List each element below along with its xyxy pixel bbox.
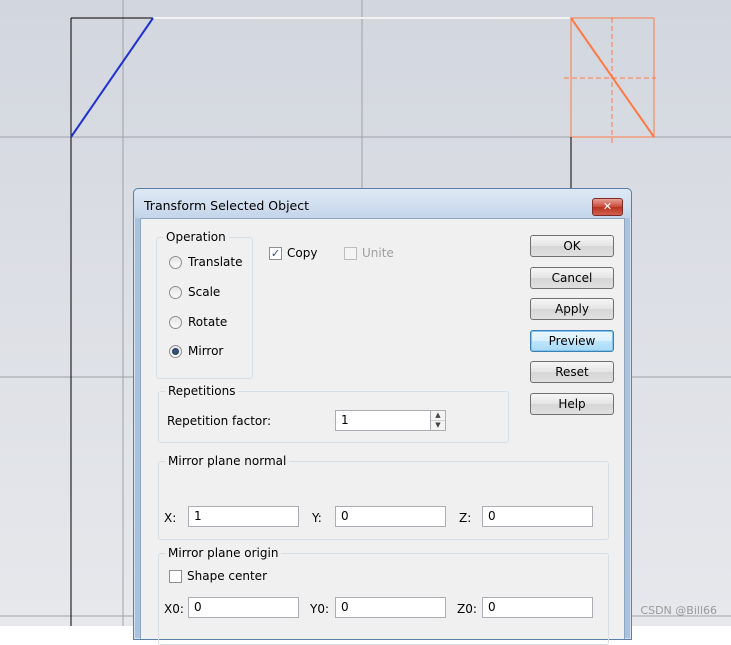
reset-button[interactable]: Reset (530, 361, 614, 383)
y0-label: Y0: (310, 602, 330, 616)
close-button[interactable]: ✕ (592, 198, 623, 216)
preview-button[interactable]: Preview (530, 330, 614, 352)
origin-y0-input[interactable]: 0 (335, 597, 446, 618)
radio-button[interactable] (169, 285, 182, 299)
spin-down-icon[interactable]: ▼ (431, 421, 445, 430)
shape-center-label: Shape center (187, 569, 267, 583)
repetition-spinner[interactable]: ▲ ▼ (430, 410, 446, 431)
origin-z0-input[interactable]: 0 (482, 597, 593, 618)
unite-checkbox[interactable]: Unite (344, 245, 394, 261)
x0-label: X0: (164, 602, 184, 616)
radio-button[interactable] (169, 315, 182, 329)
repetitions-group-label: Repetitions (165, 384, 239, 398)
checkbox-disabled[interactable] (344, 246, 357, 260)
help-button[interactable]: Help (530, 393, 614, 415)
normal-x-input[interactable]: 1 (188, 506, 299, 527)
radio-rotate-label: Rotate (188, 315, 228, 329)
copy-label: Copy (287, 246, 318, 260)
operation-group: Operation Translate Scale Rotate Mirror (156, 230, 253, 379)
radio-scale-label: Scale (188, 285, 221, 299)
mirror-normal-group-label: Mirror plane normal (165, 454, 290, 468)
dialog-body: Operation Translate Scale Rotate Mirror … (140, 218, 625, 645)
original-diagonal-edge (70, 17, 154, 138)
y-label: Y: (312, 511, 322, 525)
radio-button-selected[interactable] (169, 344, 182, 358)
mirror-normal-group: Mirror plane normal X: 1 Y: 0 Z: 0 (158, 454, 609, 540)
cancel-button[interactable]: Cancel (530, 267, 614, 289)
close-icon: ✕ (602, 200, 613, 213)
operation-group-label: Operation (163, 230, 229, 244)
spin-up-icon[interactable]: ▲ (431, 411, 445, 421)
dialog-title: Transform Selected Object (144, 198, 310, 213)
apply-button[interactable]: Apply (530, 298, 614, 320)
checkbox-checked[interactable]: ✓ (269, 246, 282, 260)
copy-checkbox[interactable]: ✓ Copy (269, 245, 317, 261)
z0-label: Z0: (457, 602, 477, 616)
dialog-titlebar[interactable]: Transform Selected Object ✕ (134, 189, 631, 218)
z-label: Z: (459, 511, 472, 525)
mirrored-shape (564, 17, 656, 145)
checkbox-unchecked[interactable] (169, 569, 182, 583)
radio-rotate[interactable]: Rotate (169, 314, 227, 330)
mirror-origin-group: Mirror plane origin Shape center X0: 0 Y… (158, 546, 609, 645)
radio-mirror-label: Mirror (188, 344, 224, 358)
radio-translate-label: Translate (188, 255, 243, 269)
x-label: X: (164, 511, 177, 525)
radio-button[interactable] (169, 255, 182, 269)
radio-translate[interactable]: Translate (169, 254, 243, 270)
shape-center-checkbox[interactable]: Shape center (169, 568, 267, 584)
repetitions-group: Repetitions Repetition factor: 1 ▲ ▼ (158, 384, 509, 443)
mirror-origin-group-label: Mirror plane origin (165, 546, 282, 560)
normal-z-input[interactable]: 0 (482, 506, 593, 527)
transform-dialog: Transform Selected Object ✕ Operation Tr… (133, 188, 632, 645)
radio-scale[interactable]: Scale (169, 284, 220, 300)
radio-mirror[interactable]: Mirror (169, 343, 223, 359)
watermark: CSDN @Bill66 (640, 604, 717, 617)
ok-button[interactable]: OK (530, 235, 614, 257)
unite-label: Unite (362, 246, 394, 260)
origin-x0-input[interactable]: 0 (188, 597, 299, 618)
repetition-factor-label: Repetition factor: (167, 414, 272, 428)
repetition-factor-input[interactable]: 1 (335, 410, 431, 431)
normal-y-input[interactable]: 0 (335, 506, 446, 527)
